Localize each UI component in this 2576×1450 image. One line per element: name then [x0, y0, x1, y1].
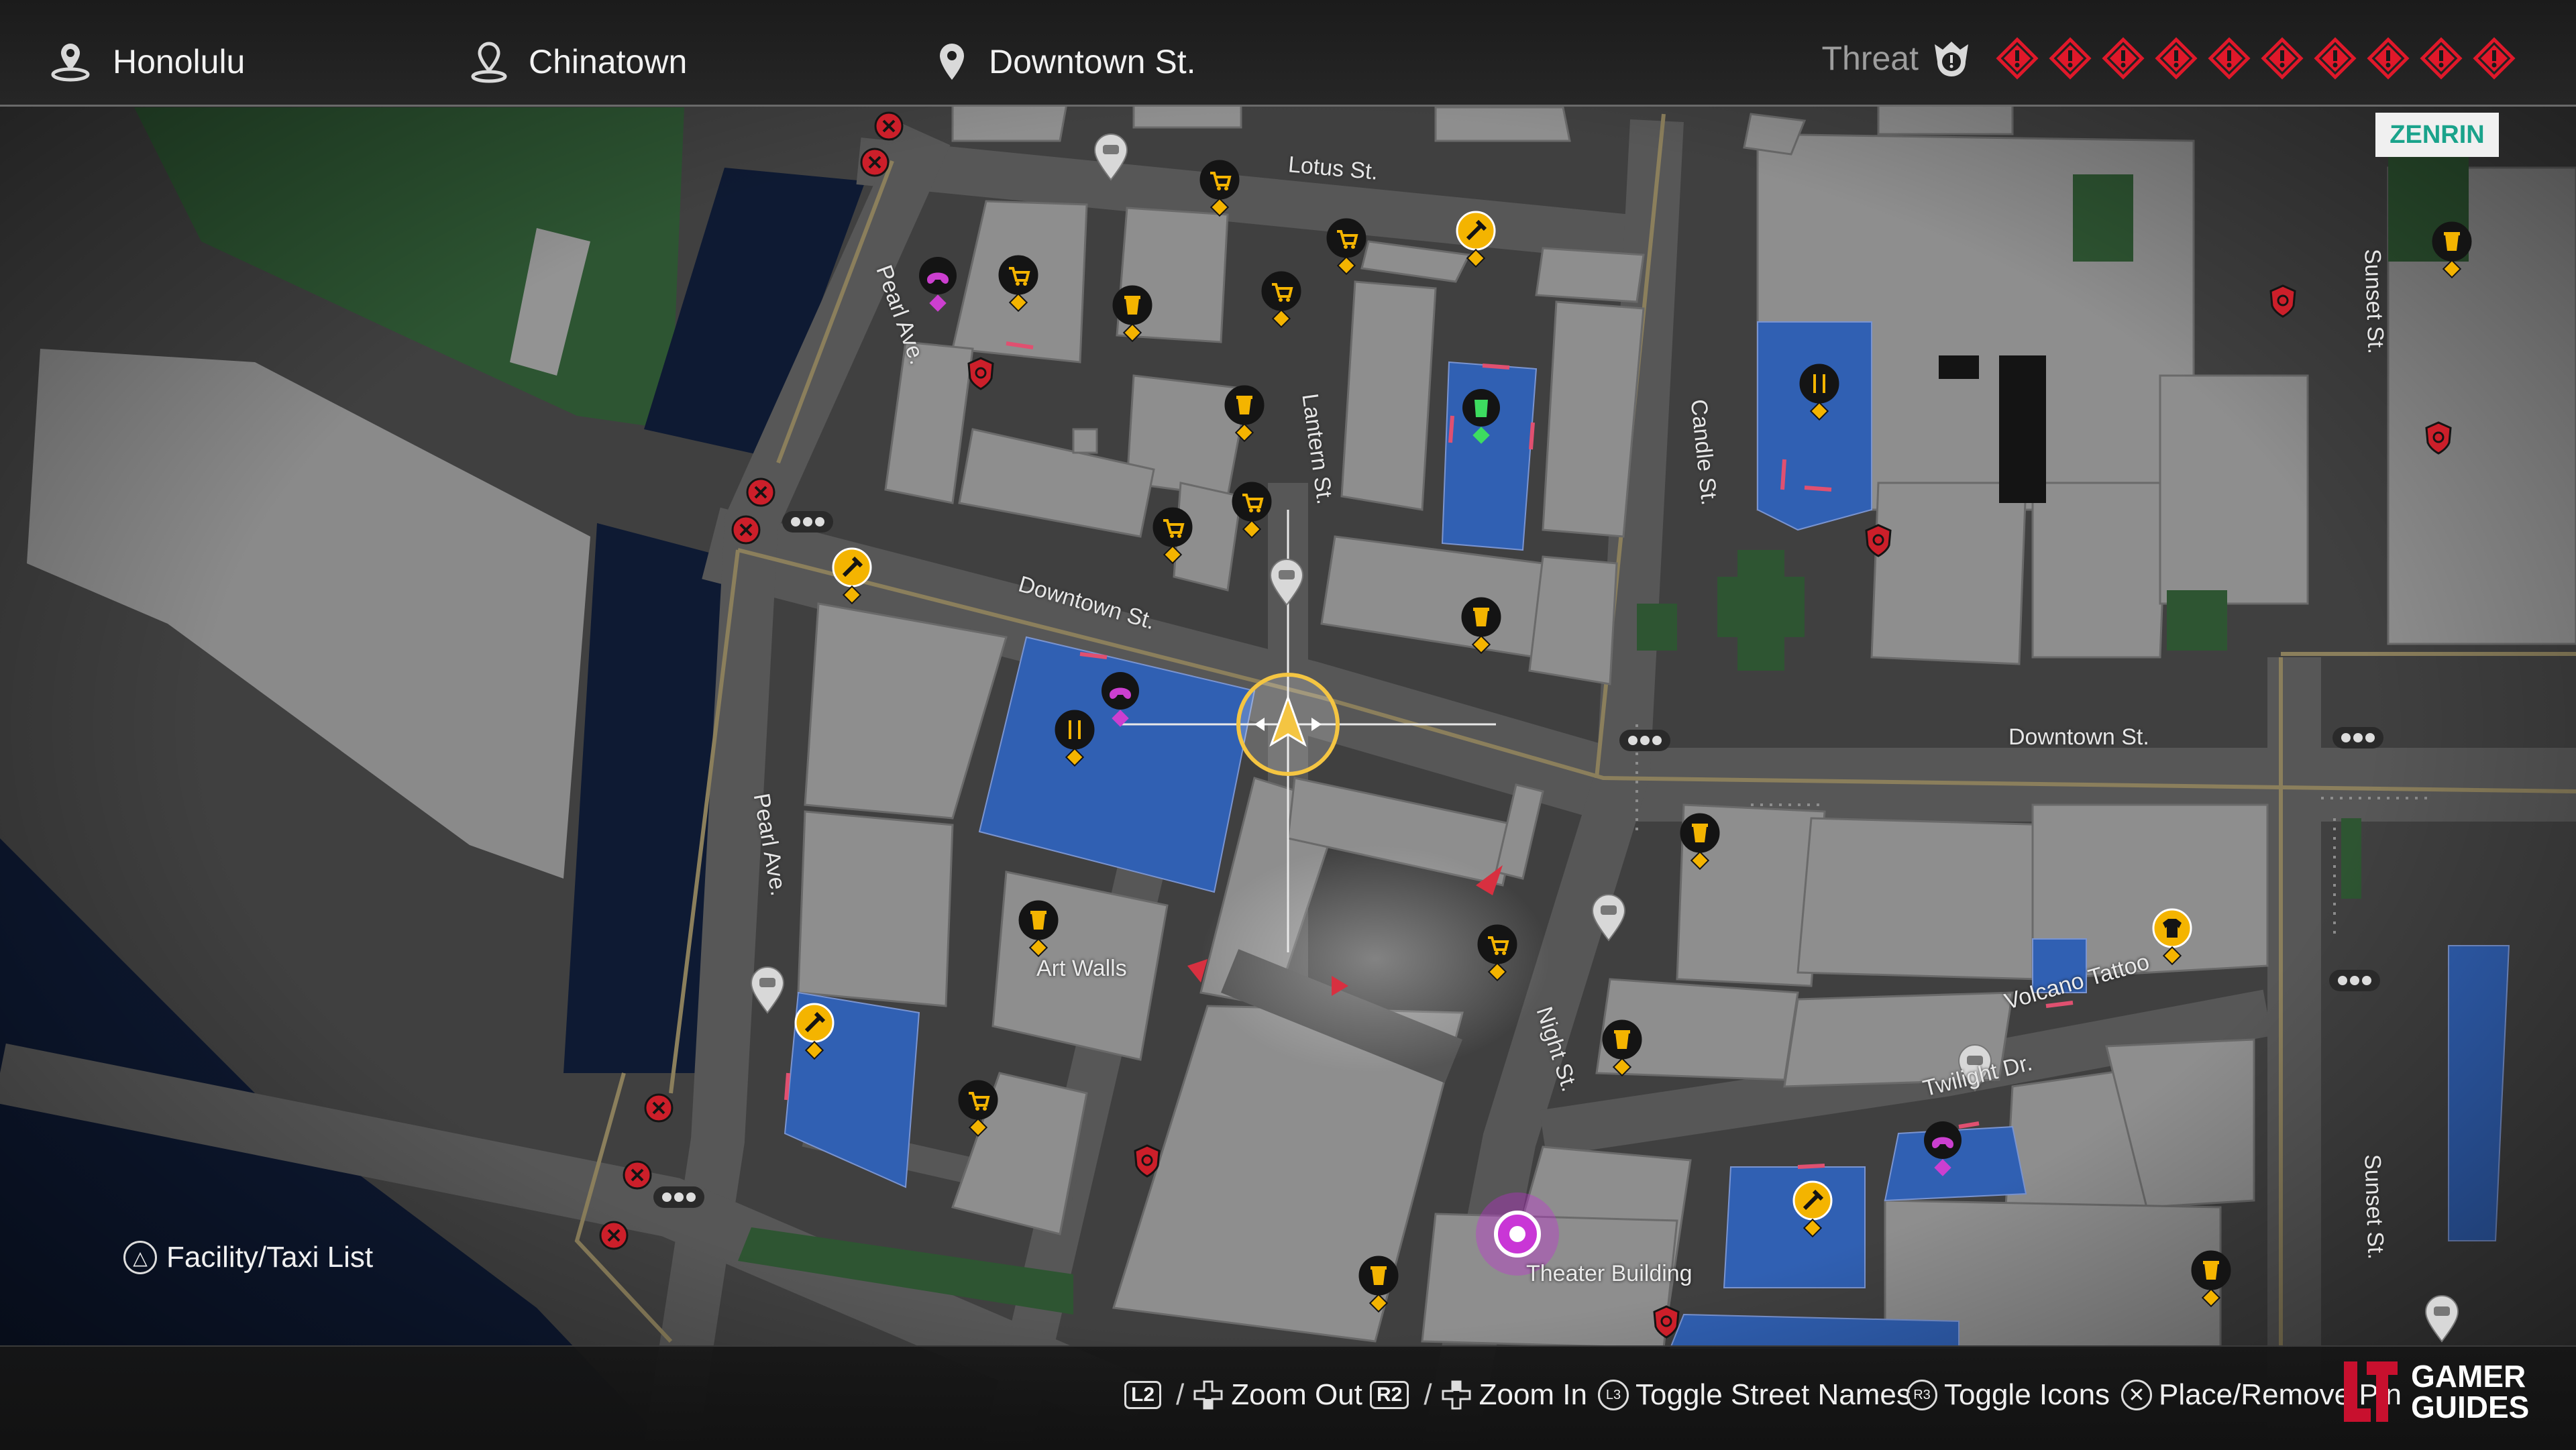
crosswalk-signal-icon[interactable] [653, 1186, 704, 1208]
zoom-in-control[interactable]: R2 / Zoom In [1370, 1368, 1587, 1422]
crosswalk-signal-icon[interactable] [782, 511, 833, 533]
r2-button-icon: R2 [1370, 1381, 1409, 1409]
zoom-out-control[interactable]: L2 / Zoom Out [1124, 1368, 1362, 1422]
threat-pip-icon [1996, 37, 2039, 80]
threat-pip-icon [2367, 37, 2410, 80]
l2-button-icon: L2 [1124, 1381, 1162, 1409]
zoom-out-label: Zoom Out [1231, 1378, 1362, 1411]
threat-pips [1986, 37, 2516, 80]
player-marker [1236, 673, 1340, 776]
blocked-road-icon[interactable] [860, 148, 890, 177]
street-label-downtown-east: Downtown St. [2008, 724, 2149, 750]
gamer-guides-emblem-icon [2344, 1361, 2398, 1422]
place-label-art-walls: Art Walls [1036, 956, 1127, 981]
r3-button-icon: R3 [1907, 1380, 1937, 1410]
zoom-in-label: Zoom In [1479, 1378, 1587, 1411]
district-name: Chinatown [529, 43, 688, 80]
threat-pip-icon [2261, 37, 2304, 80]
toggle-street-names-control[interactable]: L3 Toggle Street Names [1598, 1368, 1911, 1422]
facility-taxi-list-button[interactable]: △ Facility/Taxi List [123, 1241, 373, 1274]
triangle-button-icon: △ [123, 1241, 157, 1274]
facility-taxi-list-label: Facility/Taxi List [166, 1241, 374, 1274]
threat-skull-icon [1935, 42, 1968, 76]
region-name: Honolulu [113, 43, 246, 80]
region-location: Honolulu [48, 35, 245, 89]
street-label-sunset-south: Sunset St. [2359, 1154, 2389, 1260]
district-location: Chinatown [470, 35, 687, 89]
globe-pin-icon [51, 44, 90, 82]
threat-meter: Threat [1821, 35, 2516, 82]
dpad-up-icon [1442, 1380, 1471, 1410]
blocked-road-icon[interactable] [746, 478, 775, 507]
crosswalk-signal-icon[interactable] [2329, 970, 2380, 991]
blocked-road-icon[interactable] [731, 515, 761, 545]
threat-pip-icon [2049, 37, 2092, 80]
dpad-down-icon [1193, 1380, 1223, 1410]
blocked-road-icon[interactable] [623, 1160, 652, 1190]
city-map[interactable] [0, 0, 2576, 1449]
separator-slash: / [1424, 1378, 1432, 1411]
blocked-road-icon[interactable] [599, 1221, 629, 1250]
threat-pip-icon [2102, 37, 2145, 80]
street-location: Downtown St. [935, 35, 1195, 89]
gamer-guides-logo: GAMER GUIDES [2340, 1355, 2529, 1429]
l3-button-icon: L3 [1598, 1380, 1629, 1410]
blocked-road-icon[interactable] [874, 111, 904, 141]
place-label-theater-building: Theater Building [1526, 1261, 1693, 1286]
toggle-icons-label: Toggle Icons [1944, 1378, 2110, 1411]
crosswalk-signal-icon[interactable] [1619, 730, 1670, 751]
logo-line-2: GUIDES [2411, 1390, 2530, 1425]
threat-pip-icon [2155, 37, 2198, 80]
street-name: Downtown St. [989, 43, 1196, 80]
logo-line-1: GAMER [2411, 1359, 2526, 1394]
cross-button-icon: ✕ [2121, 1380, 2152, 1410]
toggle-icons-control[interactable]: R3 Toggle Icons [1907, 1368, 2110, 1422]
threat-pip-icon [2473, 37, 2516, 80]
district-pin-icon [471, 42, 507, 83]
street-pin-icon [940, 44, 964, 80]
threat-label: Threat [1821, 40, 1919, 77]
street-label-sunset-north: Sunset St. [2359, 248, 2389, 355]
threat-pip-icon [2208, 37, 2251, 80]
blocked-road-icon[interactable] [644, 1093, 674, 1123]
threat-pip-icon [2314, 37, 2357, 80]
zenrin-badge: ZENRIN [2375, 113, 2499, 157]
separator-slash: / [1176, 1378, 1185, 1411]
crosswalk-signal-icon[interactable] [2332, 727, 2383, 748]
threat-pip-icon [2420, 37, 2463, 80]
toggle-street-names-label: Toggle Street Names [1635, 1378, 1911, 1411]
